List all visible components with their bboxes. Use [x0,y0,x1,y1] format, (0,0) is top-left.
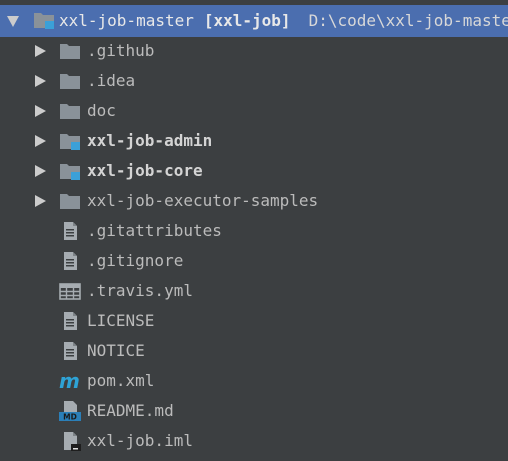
tree-item-label: .gitignore [87,251,184,270]
tree-item-label: LICENSE [87,311,155,330]
root-path: D:\code\xxl-job-master [308,11,508,30]
yaml-file-icon [59,281,81,301]
tree-item-label: doc [87,101,116,120]
tree-item-xxl-job-admin[interactable]: xxl-job-admin [0,126,508,156]
module-folder-icon [59,161,81,181]
tree-root-row[interactable]: xxl-job-master [xxl-job] D:\code\xxl-job-m… [0,5,508,37]
tree-item-label: xxl-job-executor-samples [87,191,319,210]
expand-arrow-icon[interactable] [35,105,46,117]
module-folder-icon [59,131,81,151]
tree-item-label: NOTICE [87,341,145,360]
tree-item-github[interactable]: .github [0,36,508,66]
tree-item-label: .github [87,41,155,60]
root-name: xxl-job-master [59,11,194,30]
project-tree: xxl-job-master [xxl-job] D:\code\xxl-job-m… [0,0,508,461]
tree-item-gitignore[interactable]: .gitignore [0,246,508,276]
module-folder-icon [33,10,55,30]
tree-item-label: .idea [87,71,136,90]
tree-item-notice[interactable]: NOTICE [0,336,508,366]
tree-item-label: xxl-job.iml [87,431,193,450]
tree-item-label: xxl-job-admin [87,131,213,150]
text-file-icon [59,341,81,361]
tree-item-doc[interactable]: doc [0,96,508,126]
tree-item-travis-yml[interactable]: .travis.yml [0,276,508,306]
expand-arrow-icon[interactable] [35,75,46,87]
folder-icon [59,191,81,211]
expand-arrow-icon[interactable] [35,135,46,147]
tree-item-label: xxl-job-core [87,161,203,180]
expand-arrow-icon[interactable] [35,195,46,207]
tree-item-pom-xml[interactable]: m pom.xml [0,366,508,396]
collapse-arrow-icon[interactable] [7,16,19,27]
tree-item-xxl-job-iml[interactable]: xxl-job.iml [0,426,508,456]
tree-item-idea[interactable]: .idea [0,66,508,96]
folder-icon [59,101,81,121]
maven-file-icon: m [59,369,81,393]
text-file-icon [59,221,81,241]
expand-arrow-icon[interactable] [35,165,46,177]
markdown-badge-text: MD [63,413,77,422]
tree-item-xxl-job-executor-samples[interactable]: xxl-job-executor-samples [0,186,508,216]
expand-arrow-icon[interactable] [35,45,46,57]
text-file-icon [59,251,81,271]
tree-item-readme-md[interactable]: MD README.md [0,396,508,426]
tree-item-label: .gitattributes [87,221,222,240]
tree-item-gitattributes[interactable]: .gitattributes [0,216,508,246]
tree-item-xxl-job-core[interactable]: xxl-job-core [0,156,508,186]
root-module-name: [xxl-job] [203,11,291,30]
markdown-file-icon: MD [59,401,81,422]
tree-item-label: pom.xml [87,371,155,390]
root-label: xxl-job-master [xxl-job] D:\code\xxl-job-m… [59,11,508,31]
svg-text:m: m [59,371,80,391]
text-file-icon [59,311,81,331]
tree-item-label: README.md [87,401,174,420]
tree-item-label: .travis.yml [87,281,193,300]
iml-file-icon [59,431,81,451]
tree-item-license[interactable]: LICENSE [0,306,508,336]
folder-icon [59,71,81,91]
folder-icon [59,41,81,61]
